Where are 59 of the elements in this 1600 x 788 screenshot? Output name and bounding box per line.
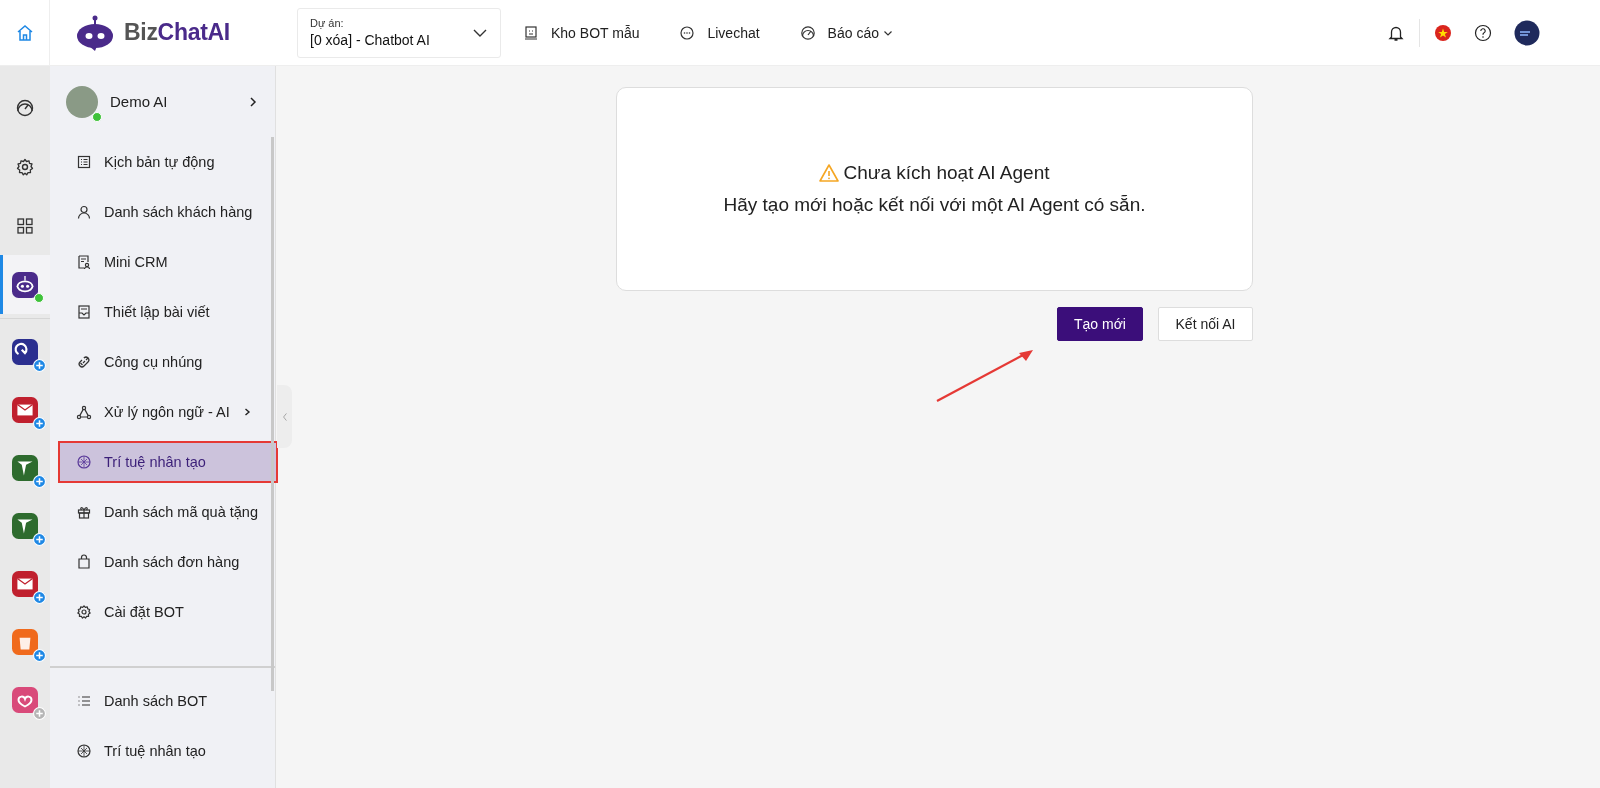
document-person-icon bbox=[76, 254, 92, 270]
sidebar-menu-item[interactable]: Danh sách đơn hàng bbox=[58, 537, 278, 587]
sidebar-menu-item[interactable]: Xử lý ngôn ngữ - AI bbox=[58, 387, 278, 437]
sidebar-menu-item[interactable]: Danh sách mã quà tặng bbox=[58, 487, 278, 537]
list-icon bbox=[76, 154, 92, 170]
gift-icon bbox=[76, 504, 92, 520]
sidebar-menu-item[interactable]: Cài đặt BOT bbox=[58, 587, 278, 637]
chevron-right-icon bbox=[247, 95, 259, 108]
app-icon[interactable] bbox=[12, 397, 38, 423]
app-icon[interactable] bbox=[12, 513, 38, 539]
nav-link[interactable]: Báo cáo bbox=[799, 24, 893, 41]
gauge-icon bbox=[15, 97, 35, 118]
bot-avatar bbox=[66, 85, 98, 118]
gauge-icon bbox=[799, 24, 816, 41]
collapse-sidebar-handle[interactable] bbox=[277, 385, 292, 448]
network-icon bbox=[76, 404, 92, 420]
notice-message: Hãy tạo mới hoặc kết nối với một AI Agent có sẵn. bbox=[723, 194, 1146, 216]
app-icon[interactable] bbox=[12, 339, 38, 365]
sidebar-menu-item[interactable]: Trí tuệ nhân tạo bbox=[58, 441, 278, 483]
sidebar-menu-item[interactable]: Trí tuệ nhân tạo bbox=[58, 726, 267, 776]
bulleted-list-icon bbox=[76, 693, 92, 709]
person-icon bbox=[76, 204, 92, 220]
sidebar-menu-item[interactable]: Mini CRM bbox=[58, 237, 278, 287]
plus-badge-icon[interactable] bbox=[33, 591, 46, 604]
help-icon[interactable] bbox=[1474, 23, 1492, 42]
plus-badge-icon[interactable] bbox=[33, 359, 46, 372]
plus-badge-icon[interactable] bbox=[33, 533, 46, 546]
grid-icon bbox=[15, 215, 35, 236]
bot-header[interactable]: Demo AI bbox=[50, 66, 275, 137]
sidebar-menu-item[interactable]: Công cụ nhúng bbox=[58, 337, 278, 387]
connect-button[interactable]: Kết nối AI bbox=[1158, 307, 1253, 341]
app-icon[interactable] bbox=[12, 455, 38, 481]
gear-icon bbox=[76, 604, 92, 620]
nav-link[interactable]: Kho BOT mẫu bbox=[523, 24, 640, 41]
plus-badge-icon[interactable] bbox=[33, 475, 46, 488]
inbox-icon bbox=[76, 304, 92, 320]
app-icon[interactable] bbox=[12, 571, 38, 597]
sidebar-menu-item[interactable]: Kịch bản tự động bbox=[58, 137, 278, 187]
nav-link[interactable]: Livechat bbox=[679, 24, 760, 41]
chat-bubble-icon bbox=[679, 24, 696, 41]
account-avatar-icon[interactable] bbox=[1514, 19, 1540, 46]
brand-name: BizChatAI bbox=[124, 19, 230, 46]
plus-badge-icon[interactable] bbox=[33, 417, 46, 430]
template-icon bbox=[523, 24, 539, 41]
ai-knot-icon bbox=[76, 743, 92, 759]
project-select[interactable]: Dự án: [0 xóa] - Chatbot AI bbox=[297, 7, 501, 58]
flag-icon[interactable] bbox=[1434, 23, 1452, 42]
robot-logo-icon bbox=[74, 14, 116, 51]
create-button[interactable]: Tạo mới bbox=[1057, 307, 1143, 341]
notice-title: Chưa kích hoạt AI Agent bbox=[843, 162, 1050, 184]
sidebar-menu-item[interactable]: Danh sách BOT bbox=[58, 676, 267, 726]
warning-icon bbox=[819, 163, 840, 183]
shopping-bag-icon bbox=[76, 554, 92, 570]
link-icon bbox=[76, 354, 92, 370]
sidebar-menu-item[interactable]: Danh sách khách hàng bbox=[58, 187, 278, 237]
gear-icon bbox=[15, 156, 35, 177]
sidebar-menu-item[interactable]: Thiết lập bài viết bbox=[58, 287, 278, 337]
ai-knot-icon bbox=[76, 454, 92, 470]
robot-app-icon bbox=[12, 271, 38, 298]
